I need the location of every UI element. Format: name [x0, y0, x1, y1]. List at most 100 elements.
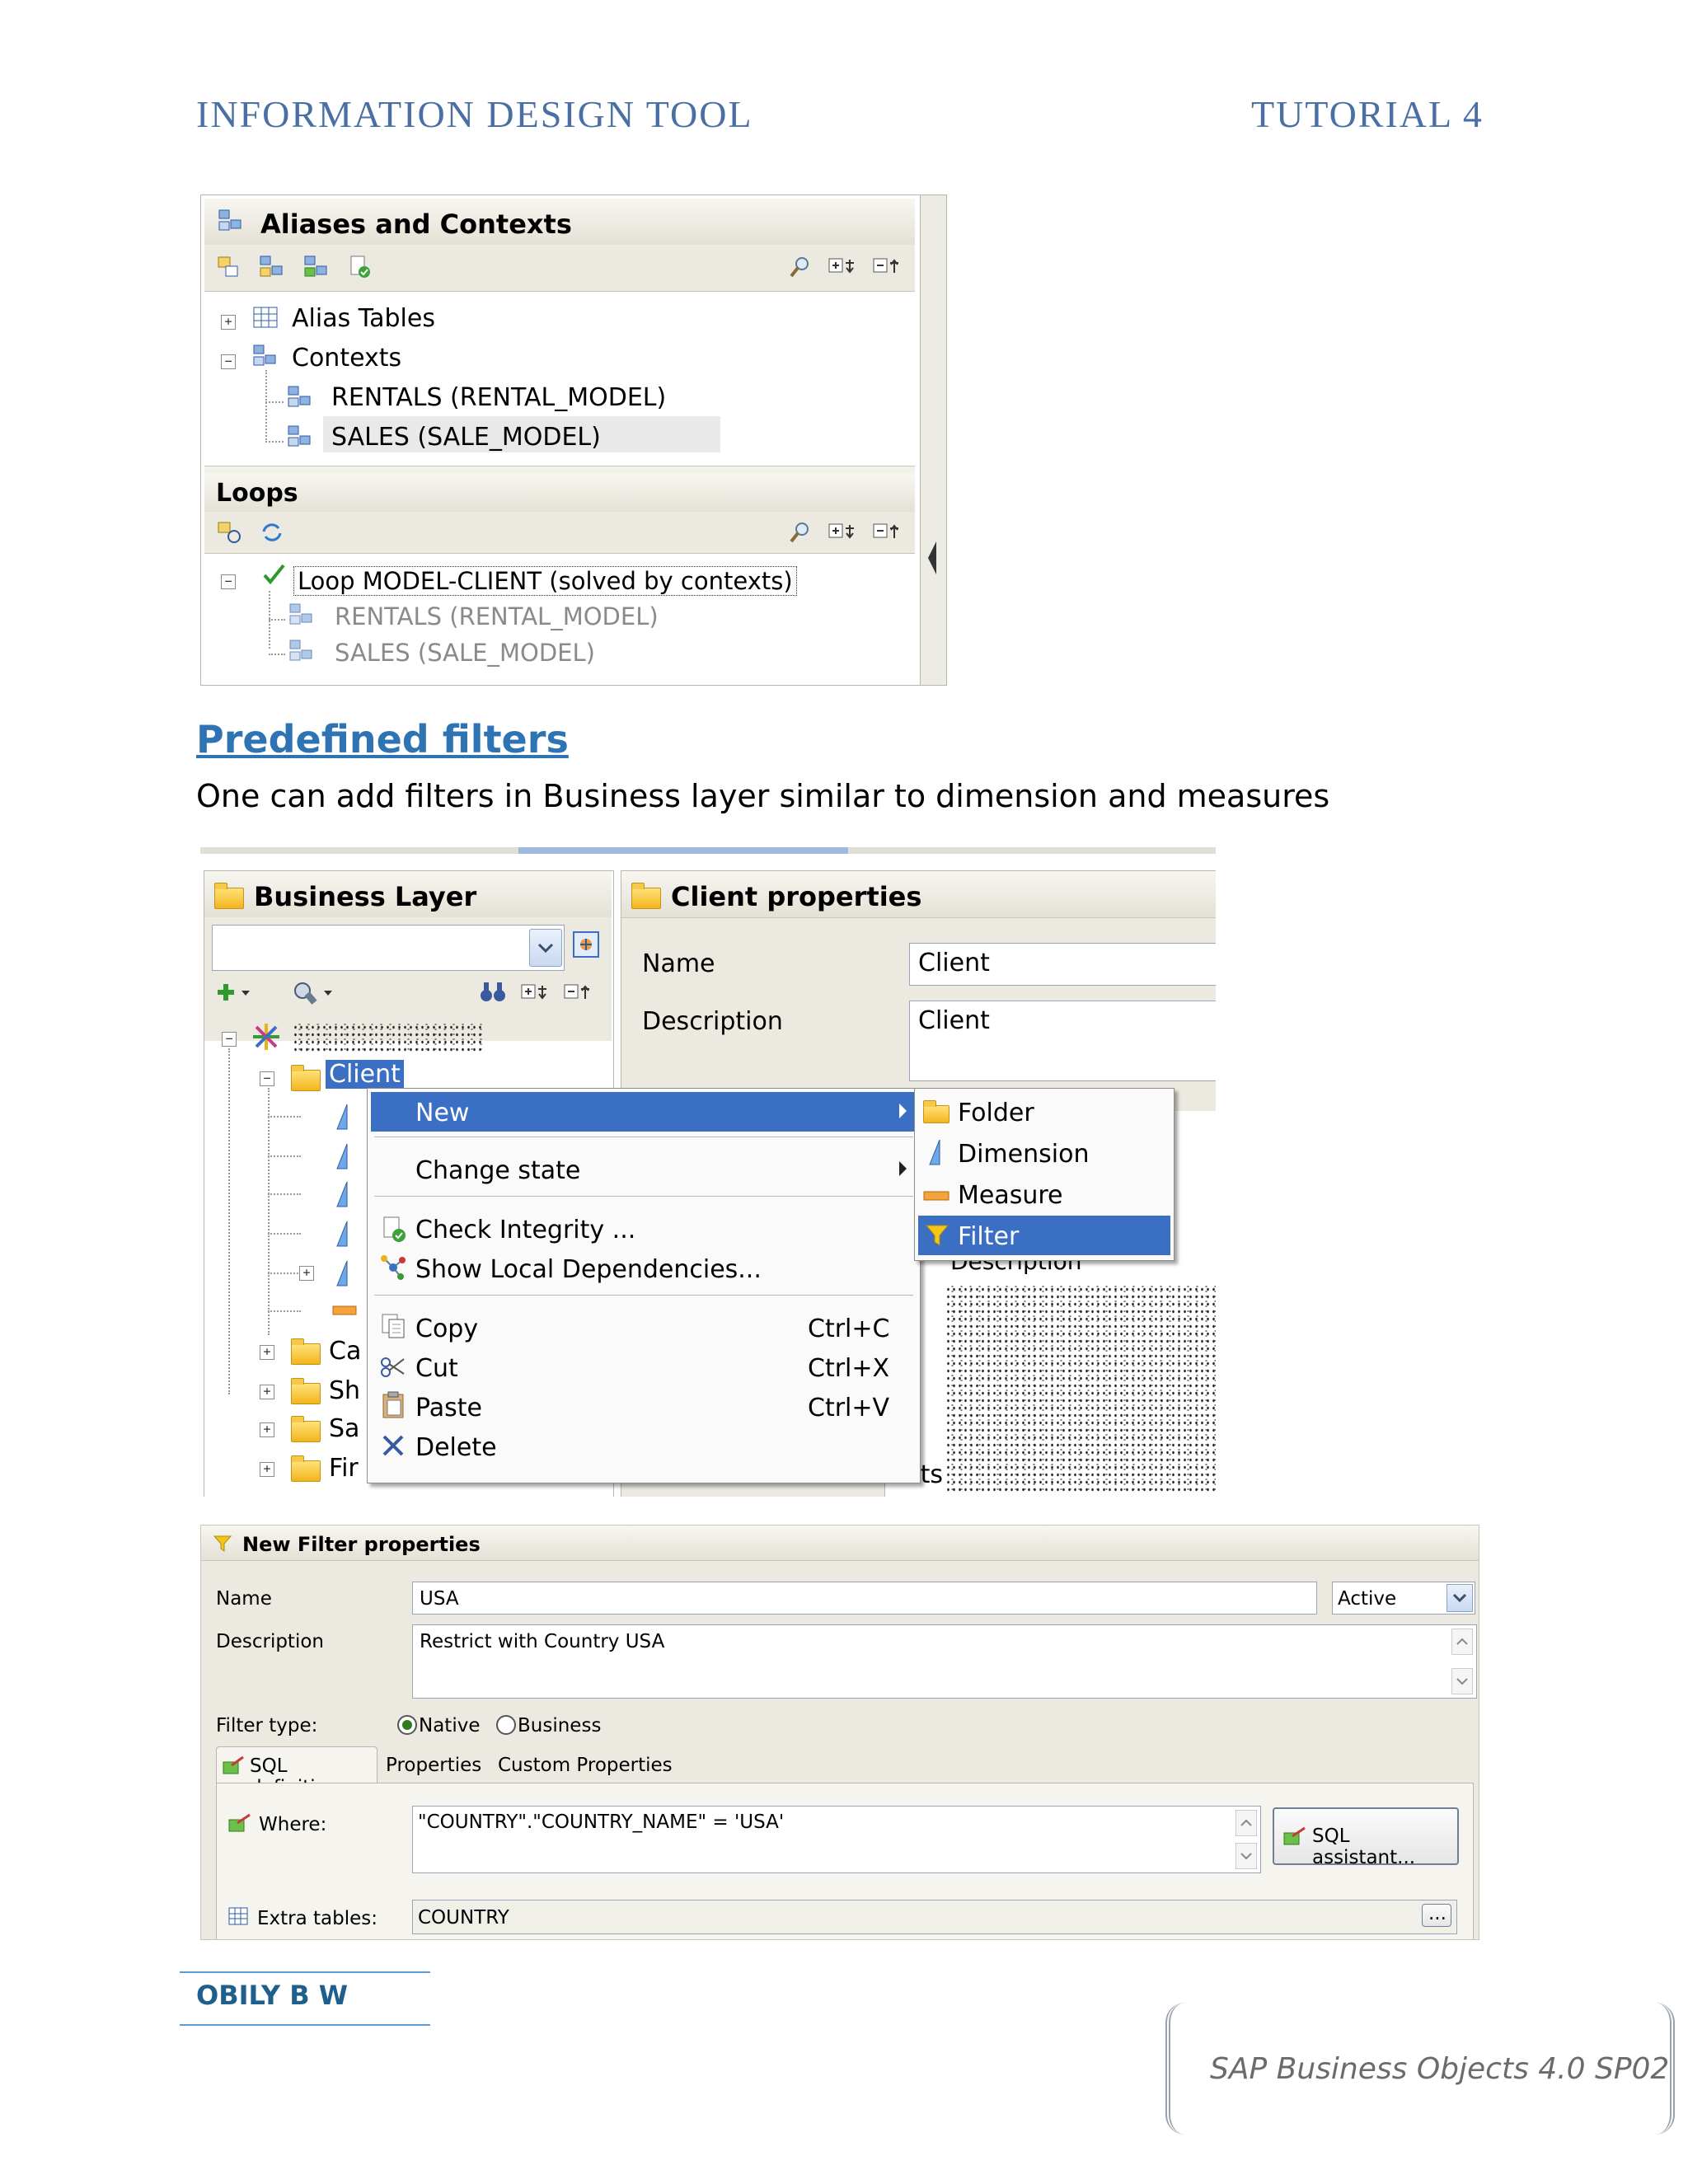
menu-item-change-state[interactable]: Change state: [368, 1150, 920, 1189]
expand-alias-tables[interactable]: +: [221, 315, 236, 330]
paste-shortcut: Ctrl+V: [808, 1394, 890, 1422]
extra-tables-input[interactable]: COUNTRY ...: [412, 1900, 1457, 1934]
tree-item-contexts[interactable]: Contexts: [292, 344, 401, 373]
loops-expand-all-icon[interactable]: [828, 522, 854, 545]
loop-item-rentals[interactable]: RENTALS (RENTAL_MODEL): [335, 602, 659, 630]
native-radio[interactable]: [397, 1715, 417, 1735]
filter-description-input[interactable]: Restrict with Country USA: [412, 1624, 1477, 1699]
scroll-down-icon[interactable]: [1451, 1668, 1473, 1694]
collapse-contexts[interactable]: −: [221, 354, 236, 369]
bl-collapse-all-icon[interactable]: [563, 982, 589, 1005]
search-icon[interactable]: [788, 255, 813, 278]
menu-item-delete[interactable]: Delete: [368, 1427, 920, 1466]
footer-product: SAP Business Objects 4.0 SP02: [1210, 2052, 1670, 2086]
expand-folder-ca[interactable]: +: [260, 1345, 274, 1360]
combo-dropdown-button[interactable]: [529, 929, 562, 967]
where-scroll-down-icon[interactable]: [1236, 1843, 1257, 1869]
document-title: INFORMATION DESIGN TOOL: [196, 93, 753, 135]
menu-item-show-local-dependencies[interactable]: Show Local Dependencies...: [368, 1249, 920, 1288]
tab-properties[interactable]: Properties: [377, 1750, 485, 1783]
client-description-value: Client: [918, 1006, 990, 1035]
expand-folder-fir[interactable]: +: [260, 1462, 274, 1477]
filter-properties-header: New Filter properties: [201, 1526, 1479, 1561]
expand-all-icon[interactable]: [828, 256, 854, 279]
tree-item-context-sales[interactable]: SALES (SALE_MODEL): [331, 423, 601, 452]
detect-aliases-icon[interactable]: [216, 255, 241, 278]
loop-rentals-icon: [288, 602, 313, 626]
context-menu: New Change state Check Integrity ... Sho…: [367, 1088, 921, 1483]
add-object-icon[interactable]: [217, 981, 250, 1004]
collapse-client-folder[interactable]: −: [260, 1071, 274, 1086]
name-label: Name: [642, 949, 715, 978]
business-radio[interactable]: [496, 1715, 516, 1735]
loops-collapse-all-icon[interactable]: [872, 522, 898, 545]
collapse-business-layer-root[interactable]: −: [222, 1032, 237, 1047]
paste-icon: [381, 1390, 406, 1418]
tree-item-alias-tables[interactable]: Alias Tables: [292, 304, 435, 333]
folder-icon: [291, 1455, 321, 1482]
sql-assistant-icon: [1282, 1825, 1307, 1849]
detect-contexts-icon[interactable]: [259, 255, 284, 278]
tools-icon[interactable]: [289, 979, 332, 1005]
sql-assistant-button[interactable]: SQL assistant...: [1273, 1807, 1459, 1868]
client-properties-title: Client properties: [671, 881, 922, 912]
menu-item-check-integrity[interactable]: Check Integrity ...: [368, 1209, 920, 1249]
menu-item-new[interactable]: New: [371, 1092, 917, 1132]
measure-icon: [923, 1189, 950, 1212]
tab-custom-properties[interactable]: Custom Properties: [491, 1750, 689, 1783]
submenu-item-folder[interactable]: Folder: [915, 1092, 1174, 1132]
dimension-icon: [926, 1138, 951, 1165]
client-description-field[interactable]: Client: [909, 1001, 1216, 1081]
check-context-icon[interactable]: [348, 255, 373, 278]
loops-search-icon[interactable]: [788, 520, 813, 543]
submenu-item-measure[interactable]: Measure: [915, 1174, 1174, 1214]
tree-item-loop[interactable]: Loop MODEL-CLIENT (solved by contexts): [293, 566, 797, 596]
collapse-all-icon[interactable]: [872, 256, 898, 279]
browse-tables-button[interactable]: ...: [1422, 1903, 1451, 1927]
context-sales-icon: [287, 424, 312, 448]
business-layer-filter-combo[interactable]: [212, 925, 565, 971]
aliases-toolbar: [204, 245, 915, 292]
scroll-up-icon[interactable]: [1451, 1629, 1473, 1655]
detect-loops-icon[interactable]: [216, 520, 241, 543]
loop-solved-check-icon: [262, 563, 287, 586]
tree-item-folder-ca[interactable]: Ca: [329, 1337, 361, 1366]
menu-item-paste[interactable]: Paste Ctrl+V: [368, 1387, 920, 1427]
where-scroll-up-icon[interactable]: [1236, 1810, 1257, 1836]
find-icon[interactable]: [479, 979, 505, 1002]
bl-expand-all-icon[interactable]: [520, 982, 546, 1005]
submenu-item-dimension[interactable]: Dimension: [915, 1133, 1174, 1173]
expand-folder-sh[interactable]: +: [260, 1385, 274, 1399]
business-radio-label: Business: [518, 1715, 602, 1736]
menu-item-copy[interactable]: Copy Ctrl+C: [368, 1308, 920, 1347]
expand-dimension[interactable]: +: [299, 1266, 314, 1281]
tree-item-folder-sa[interactable]: Sa: [329, 1414, 359, 1443]
aliases-contexts-icon: [218, 209, 242, 232]
aliases-panel-title: Aliases and Contexts: [260, 209, 572, 240]
collapse-loop[interactable]: −: [221, 574, 236, 589]
menu-item-cut[interactable]: Cut Ctrl+X: [368, 1347, 920, 1387]
filter-name-input[interactable]: USA: [412, 1582, 1317, 1615]
filter-state-select[interactable]: Active: [1332, 1582, 1475, 1615]
insert-context-icon[interactable]: [303, 255, 328, 278]
folder-icon: [291, 1378, 321, 1404]
client-name-field[interactable]: Client: [909, 943, 1216, 986]
tutorial-number: TUTORIAL 4: [1251, 93, 1484, 135]
expand-folder-sa[interactable]: +: [260, 1422, 274, 1437]
refresh-loops-icon[interactable]: [259, 520, 284, 543]
chevron-down-icon[interactable]: [1447, 1584, 1473, 1612]
tree-item-folder-fir[interactable]: Fir: [329, 1454, 359, 1483]
where-clause-input[interactable]: "COUNTRY"."COUNTRY_NAME" = 'USA': [412, 1806, 1261, 1873]
filter-icon: [213, 1534, 237, 1557]
loop-item-sales[interactable]: SALES (SALE_MODEL): [335, 639, 595, 667]
tab-sql-definition[interactable]: SQL definition: [216, 1746, 377, 1798]
client-properties-folder-icon: [631, 883, 661, 909]
show-filter-icon[interactable]: [571, 930, 599, 958]
loops-toolbar: [204, 512, 915, 554]
tree-item-context-rentals[interactable]: RENTALS (RENTAL_MODEL): [331, 383, 666, 412]
submenu-item-filter[interactable]: Filter: [918, 1216, 1170, 1255]
tree-item-client[interactable]: Client: [326, 1060, 404, 1089]
context-rentals-icon: [287, 385, 312, 408]
folder-icon: [291, 1416, 321, 1442]
tree-item-folder-sh[interactable]: Sh: [329, 1376, 360, 1405]
